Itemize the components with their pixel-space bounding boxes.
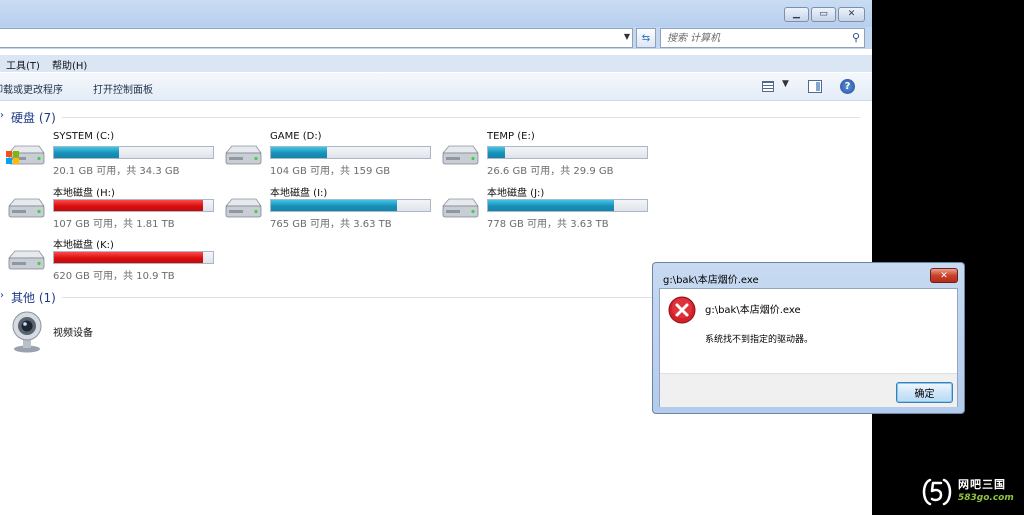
group-title: 硬盘 (7) bbox=[11, 111, 56, 125]
command-bar: 卸载或更改程序 打开控制面板 ▼ ? bbox=[0, 73, 872, 101]
drive-usage-bar bbox=[487, 146, 648, 159]
drive-usage-fill bbox=[488, 200, 614, 211]
dialog-body: g:\bak\本店烟价.exe 系统找不到指定的驱动器。 确定 bbox=[659, 288, 958, 407]
chevron-down-icon[interactable]: ▼ bbox=[624, 32, 630, 41]
webcam-icon bbox=[12, 311, 42, 353]
minimize-icon: ▁ bbox=[793, 9, 800, 19]
error-icon bbox=[668, 296, 696, 324]
chevron-down-icon[interactable]: ▼ bbox=[782, 79, 789, 89]
drive-item[interactable]: 本地磁盘 (J:) 778 GB 可用，共 3.63 TB bbox=[434, 184, 649, 232]
drive-item[interactable]: 本地磁盘 (H:) 107 GB 可用，共 1.81 TB bbox=[0, 184, 215, 232]
maximize-button[interactable]: ▭ bbox=[811, 7, 836, 22]
group-title: 其他 (1) bbox=[11, 291, 56, 305]
search-icon[interactable]: ⚲ bbox=[852, 31, 860, 44]
address-row: ▼ ⇆ ⚲ bbox=[0, 27, 872, 49]
drive-usage-bar bbox=[270, 199, 431, 212]
drive-usage-fill bbox=[271, 200, 397, 211]
drive-usage-bar bbox=[53, 199, 214, 212]
dialog-message: 系统找不到指定的驱动器。 bbox=[705, 335, 814, 345]
drive-item[interactable]: GAME (D:) 104 GB 可用，共 159 GB bbox=[217, 131, 432, 179]
drive-free-space: 778 GB 可用，共 3.63 TB bbox=[487, 219, 609, 230]
error-dialog: g:\bak\本店烟价.exe ✕ g:\bak\本店烟价.exe 系统找不到指… bbox=[652, 262, 965, 414]
dialog-close-button[interactable]: ✕ bbox=[930, 268, 958, 283]
refresh-icon: ⇆ bbox=[641, 32, 651, 44]
hard-drive-icon bbox=[442, 198, 479, 218]
open-control-panel-button[interactable]: 打开控制面板 bbox=[93, 81, 153, 96]
drive-usage-bar bbox=[53, 146, 214, 159]
menu-tools[interactable]: 工具(T) bbox=[6, 57, 40, 72]
drive-item[interactable]: 本地磁盘 (K:) 620 GB 可用，共 10.9 TB bbox=[0, 236, 215, 284]
drive-label: GAME (D:) bbox=[270, 131, 322, 142]
drive-usage-fill bbox=[271, 147, 327, 158]
close-button[interactable]: ✕ bbox=[838, 7, 865, 22]
drive-usage-fill bbox=[54, 200, 204, 211]
chevron-icon: › bbox=[0, 110, 4, 121]
hard-drive-icon bbox=[8, 198, 45, 218]
drive-usage-bar bbox=[53, 251, 214, 264]
watermark-title: 网吧三国 bbox=[958, 478, 1006, 491]
drive-label: 本地磁盘 (H:) bbox=[53, 188, 115, 199]
menu-bar: 工具(T) 帮助(H) bbox=[0, 55, 872, 72]
drive-usage-fill bbox=[54, 147, 120, 158]
device-item-video[interactable]: 视频设备 bbox=[6, 311, 206, 355]
dialog-title: g:\bak\本店烟价.exe bbox=[663, 275, 759, 286]
refresh-button[interactable]: ⇆ bbox=[636, 28, 656, 48]
drive-item[interactable]: 本地磁盘 (I:) 765 GB 可用，共 3.63 TB bbox=[217, 184, 432, 232]
watermark-url: 583go.com bbox=[958, 493, 1014, 503]
drive-free-space: 26.6 GB 可用，共 29.9 GB bbox=[487, 166, 614, 177]
drive-usage-fill bbox=[488, 147, 506, 158]
explorer-window: ▁ ▭ ✕ ▼ ⇆ ⚲ 工具(T) 帮助(H) 卸载或更改程序 打开控制面板 ▼… bbox=[0, 0, 872, 515]
search-box[interactable]: ⚲ bbox=[660, 28, 865, 48]
site-logo bbox=[922, 478, 952, 506]
drive-item[interactable]: SYSTEM (C:) 20.1 GB 可用，共 34.3 GB bbox=[0, 131, 215, 179]
menu-help[interactable]: 帮助(H) bbox=[52, 57, 87, 72]
drive-label: 本地磁盘 (I:) bbox=[270, 188, 328, 199]
close-icon: ✕ bbox=[940, 270, 948, 281]
restore-icon: ▭ bbox=[819, 9, 828, 19]
group-header-hard-disks[interactable]: › 硬盘 (7) bbox=[0, 109, 860, 125]
address-bar[interactable]: ▼ bbox=[0, 28, 633, 48]
drive-usage-bar bbox=[270, 146, 431, 159]
hard-drive-icon bbox=[442, 145, 479, 165]
drive-free-space: 765 GB 可用，共 3.63 TB bbox=[270, 219, 392, 230]
preview-pane-icon[interactable] bbox=[808, 80, 822, 93]
dialog-footer: 确定 bbox=[660, 373, 957, 407]
drive-usage-bar bbox=[487, 199, 648, 212]
uninstall-program-button[interactable]: 卸载或更改程序 bbox=[0, 81, 63, 96]
device-label: 视频设备 bbox=[53, 328, 93, 339]
hard-drive-icon bbox=[6, 145, 45, 165]
group-divider bbox=[62, 117, 860, 118]
watermark: 网吧三国 583go.com bbox=[918, 473, 1024, 513]
close-icon: ✕ bbox=[847, 9, 856, 19]
drive-label: TEMP (E:) bbox=[487, 131, 535, 142]
drive-free-space: 20.1 GB 可用，共 34.3 GB bbox=[53, 166, 180, 177]
search-input[interactable] bbox=[667, 32, 842, 45]
dialog-filename: g:\bak\本店烟价.exe bbox=[705, 305, 801, 316]
ok-button[interactable]: 确定 bbox=[896, 382, 953, 403]
hard-drive-icon bbox=[225, 198, 262, 218]
drive-item[interactable]: TEMP (E:) 26.6 GB 可用，共 29.9 GB bbox=[434, 131, 649, 179]
drive-free-space: 107 GB 可用，共 1.81 TB bbox=[53, 219, 175, 230]
title-bar[interactable]: ▁ ▭ ✕ bbox=[0, 0, 872, 27]
drive-label: SYSTEM (C:) bbox=[53, 131, 115, 142]
view-options-icon[interactable] bbox=[762, 81, 774, 92]
drive-free-space: 620 GB 可用，共 10.9 TB bbox=[53, 271, 175, 282]
hard-drive-icon bbox=[225, 145, 262, 165]
drive-free-space: 104 GB 可用，共 159 GB bbox=[270, 166, 391, 177]
drive-label: 本地磁盘 (K:) bbox=[53, 240, 114, 251]
hard-drive-icon bbox=[8, 250, 45, 270]
minimize-button[interactable]: ▁ bbox=[784, 7, 809, 22]
drive-label: 本地磁盘 (J:) bbox=[487, 188, 545, 199]
help-icon[interactable]: ? bbox=[840, 79, 855, 94]
chevron-icon: › bbox=[0, 290, 4, 301]
drive-usage-fill bbox=[54, 252, 204, 263]
